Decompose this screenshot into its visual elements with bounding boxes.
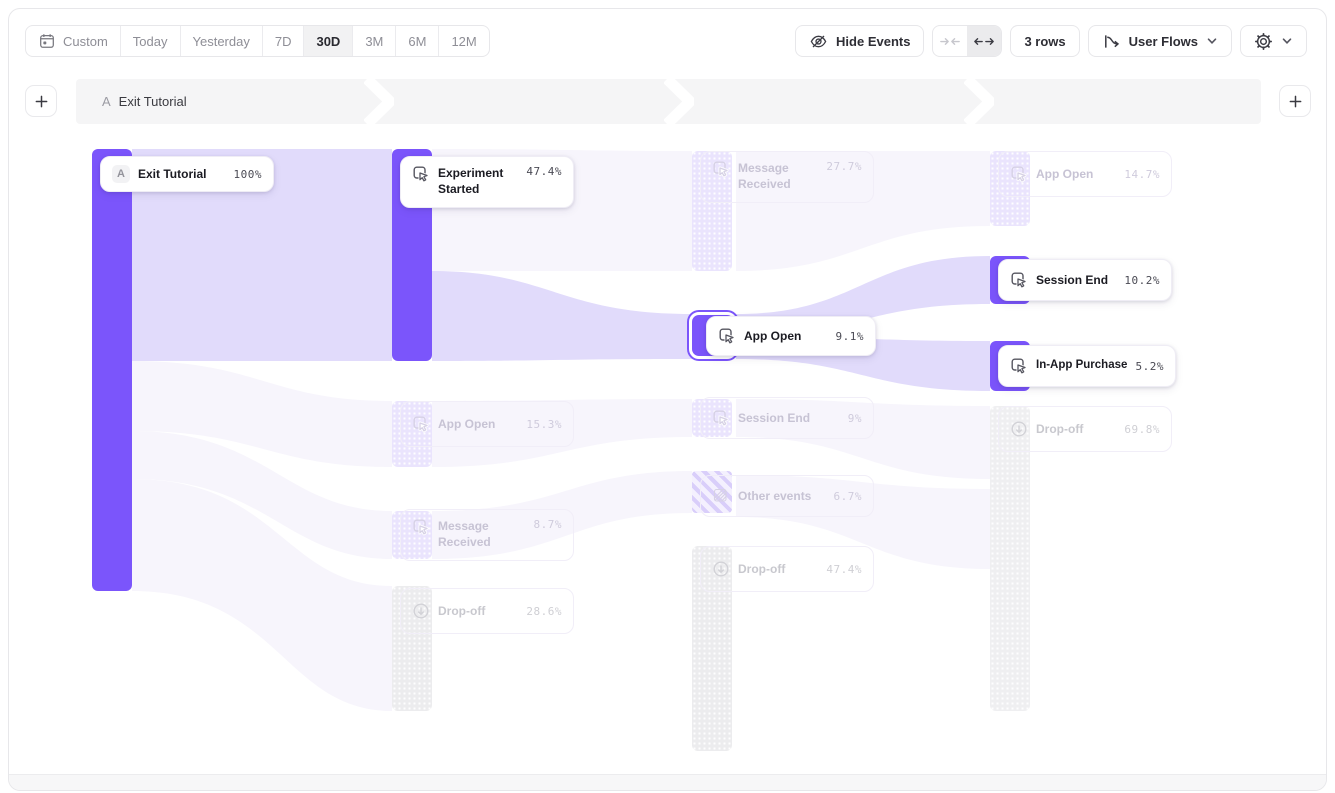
node-percent: 69.8% (1124, 423, 1160, 436)
node-card-experiment-started[interactable]: Experiment Started 47.4% (400, 156, 574, 208)
node-bar-exit-tutorial[interactable] (92, 149, 132, 591)
node-card-drop-off-2[interactable]: Drop-off 28.6% (400, 588, 574, 634)
node-percent: 9% (848, 412, 862, 425)
event-icon (412, 415, 430, 433)
node-percent: 6.7% (834, 490, 863, 503)
node-label: Experiment Started (438, 165, 518, 197)
node-percent: 10.2% (1124, 274, 1160, 287)
node-card-app-open-2[interactable]: App Open 15.3% (400, 401, 574, 447)
node-percent: 28.6% (526, 605, 562, 618)
node-label: App Open (438, 416, 518, 432)
node-label: App Open (1036, 166, 1116, 182)
node-percent: 8.7% (534, 518, 563, 531)
node-label: Drop-off (1036, 421, 1116, 437)
user-flows-panel: Custom Today Yesterday 7D 30D 3M 6M 12M … (8, 8, 1327, 791)
node-card-drop-off-3[interactable]: Drop-off 47.4% (700, 546, 874, 592)
node-card-message-received-3[interactable]: Message Received 27.7% (700, 151, 874, 203)
node-card-message-received-2[interactable]: Message Received 8.7% (400, 509, 574, 561)
node-label: Drop-off (438, 603, 518, 619)
event-icon (712, 409, 730, 427)
drop-off-icon (412, 602, 430, 620)
node-percent: 14.7% (1124, 168, 1160, 181)
node-label: Session End (738, 410, 840, 426)
node-card-drop-off-4[interactable]: Drop-off 69.8% (998, 406, 1172, 452)
node-card-app-open-4[interactable]: App Open 14.7% (998, 151, 1172, 197)
event-icon (412, 518, 430, 536)
node-label: Other events (738, 488, 826, 504)
node-card-session-end-3[interactable]: Session End 9% (700, 397, 874, 439)
node-percent: 9.1% (836, 330, 865, 343)
node-percent: 15.3% (526, 418, 562, 431)
bottom-scroll-track[interactable] (9, 774, 1326, 790)
event-icon (1010, 165, 1028, 183)
node-percent: 27.7% (826, 160, 862, 173)
node-card-other-events-3[interactable]: Other events 6.7% (700, 475, 874, 517)
node-card-exit-tutorial[interactable]: A Exit Tutorial 100% (100, 156, 274, 192)
node-label: Message Received (738, 160, 818, 192)
node-label: Message Received (438, 518, 526, 550)
drop-off-icon (1010, 420, 1028, 438)
node-label: Session End (1036, 272, 1116, 288)
node-percent: 100% (234, 168, 263, 181)
node-card-session-end-4[interactable]: Session End 10.2% (998, 259, 1172, 301)
event-icon (412, 165, 430, 183)
node-label: In-App Purchase (1036, 358, 1128, 374)
event-icon (718, 327, 736, 345)
drop-off-icon (712, 560, 730, 578)
event-icon (1010, 357, 1028, 375)
node-label: Exit Tutorial (138, 166, 226, 182)
node-card-app-open-3[interactable]: App Open 9.1% (706, 316, 876, 356)
node-label: App Open (744, 328, 828, 344)
other-events-icon (712, 487, 730, 505)
node-percent: 47.4% (826, 563, 862, 576)
node-percent: 47.4% (526, 165, 562, 178)
event-a-badge: A (112, 165, 130, 183)
event-icon (712, 160, 730, 178)
node-percent: 5.2% (1136, 360, 1165, 373)
node-label: Drop-off (738, 561, 818, 577)
event-icon (1010, 271, 1028, 289)
node-card-in-app-purchase-4[interactable]: In-App Purchase 5.2% (998, 345, 1176, 387)
flow-links (9, 9, 1327, 791)
